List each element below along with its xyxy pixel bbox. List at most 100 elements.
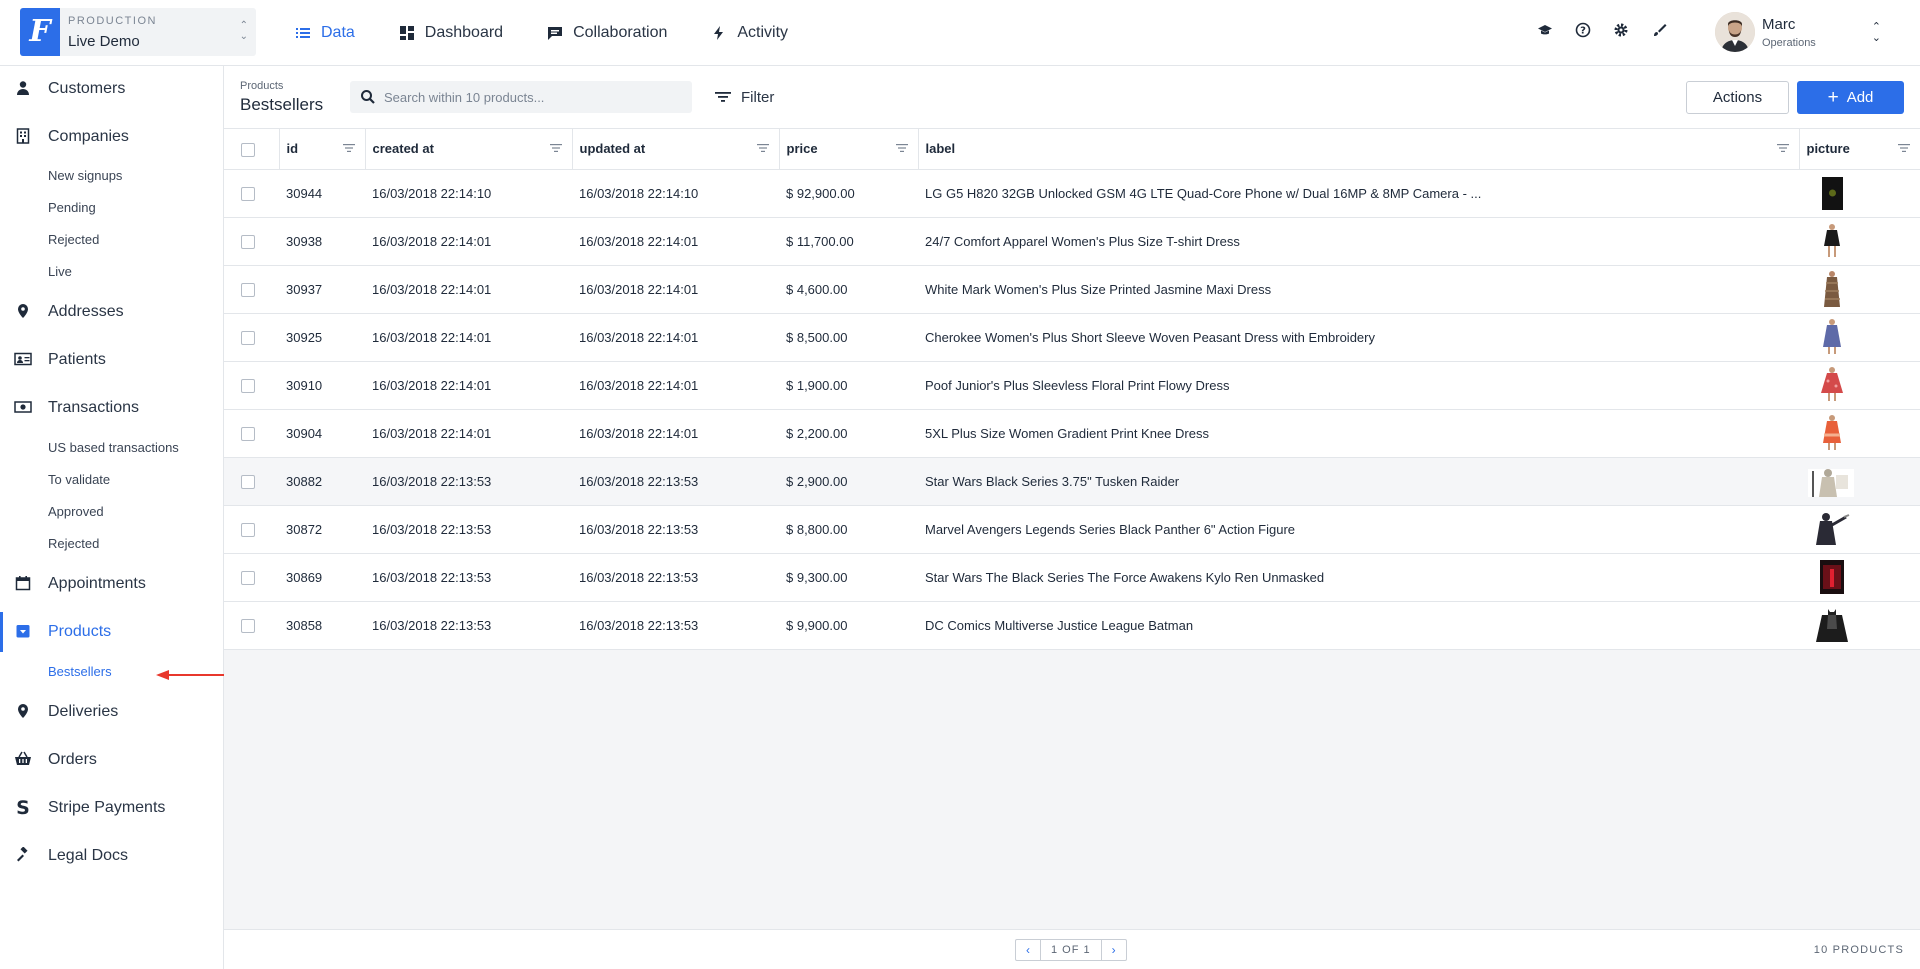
page-indicator: 1 OF 1 — [1040, 940, 1102, 960]
bolt-icon — [714, 26, 724, 40]
add-label: Add — [1846, 89, 1874, 106]
column-header-updated-at[interactable]: updated at — [572, 129, 780, 170]
sidebar-item-companies[interactable]: Companies — [0, 117, 223, 157]
table-row[interactable]: 30944 16/03/2018 22:14:10 16/03/2018 22:… — [224, 169, 1920, 218]
list-icon — [296, 28, 310, 38]
filter-icon[interactable] — [756, 143, 769, 153]
sidebar: Customers Companies New signups Pending … — [0, 66, 224, 969]
search-input[interactable] — [384, 81, 684, 113]
sidebar-subitem-bestsellers[interactable]: Bestsellers — [48, 664, 112, 679]
user-menu[interactable]: Marc Operations ⌃ ⌄ — [1715, 12, 1895, 56]
sidebar-item-addresses[interactable]: Addresses — [0, 292, 223, 332]
project-name: Live Demo — [68, 33, 140, 50]
column-header-picture[interactable]: picture — [1799, 129, 1920, 170]
search-box — [350, 81, 692, 113]
filter-icon[interactable] — [549, 143, 562, 153]
project-switcher[interactable]: F PRODUCTION Live Demo ⌃ ⌄ — [20, 8, 256, 56]
chevron-right-icon[interactable]: › — [1102, 940, 1126, 960]
table-row[interactable]: 30904 16/03/2018 22:14:01 16/03/2018 22:… — [224, 409, 1920, 458]
sidebar-subitem-us-based-transactions[interactable]: US based transactions — [48, 440, 179, 455]
table-row[interactable]: 30910 16/03/2018 22:14:01 16/03/2018 22:… — [224, 361, 1920, 410]
cell-updated-at: 16/03/2018 22:14:10 — [572, 169, 779, 218]
gear-icon[interactable] — [1610, 22, 1632, 44]
graduation-cap-icon[interactable] — [1534, 22, 1556, 44]
row-checkbox[interactable] — [241, 570, 255, 585]
sidebar-item-orders[interactable]: Orders — [0, 740, 223, 780]
sidebar-item-products[interactable]: Products — [0, 612, 223, 652]
row-checkbox[interactable] — [241, 234, 255, 249]
column-header-label[interactable]: label — [918, 129, 1800, 170]
cell-updated-at: 16/03/2018 22:14:01 — [572, 361, 779, 410]
brush-icon[interactable] — [1648, 22, 1670, 44]
calendar-icon — [14, 575, 32, 593]
sidebar-subitem-pending[interactable]: Pending — [48, 200, 96, 215]
row-checkbox[interactable] — [241, 378, 255, 393]
nav-data[interactable]: Data — [295, 24, 355, 42]
actions-button[interactable]: Actions — [1686, 81, 1789, 114]
column-header-price[interactable]: price — [779, 129, 919, 170]
sidebar-item-transactions[interactable]: Transactions — [0, 388, 223, 428]
table-row[interactable]: 30882 16/03/2018 22:13:53 16/03/2018 22:… — [224, 457, 1920, 506]
product-image-batman-figure — [1816, 609, 1848, 642]
row-checkbox[interactable] — [241, 330, 255, 345]
app-logo: F — [20, 8, 60, 56]
row-checkbox[interactable] — [241, 618, 255, 633]
money-icon — [14, 399, 32, 417]
nav-activity[interactable]: Activity — [711, 24, 788, 42]
sidebar-item-label: Appointments — [48, 575, 146, 592]
cell-updated-at: 16/03/2018 22:14:01 — [572, 217, 779, 266]
filter-button[interactable]: Filter — [714, 82, 774, 112]
row-checkbox[interactable] — [241, 522, 255, 537]
top-bar: F PRODUCTION Live Demo ⌃ ⌄ Data Dashboard… — [0, 0, 1920, 66]
chevron-left-icon[interactable]: ‹ — [1016, 940, 1040, 960]
svg-text:?: ? — [1580, 26, 1586, 37]
breadcrumb[interactable]: Products — [240, 80, 283, 92]
table-row[interactable]: 30869 16/03/2018 22:13:53 16/03/2018 22:… — [224, 553, 1920, 602]
sidebar-subitem-to-validate[interactable]: To validate — [48, 472, 110, 487]
row-checkbox[interactable] — [241, 474, 255, 489]
filter-icon[interactable] — [1898, 143, 1910, 153]
cell-picture — [1799, 361, 1920, 410]
select-all-checkbox[interactable] — [241, 142, 255, 157]
sidebar-subitem-live[interactable]: Live — [48, 264, 72, 279]
sidebar-item-legal-docs[interactable]: Legal Docs — [0, 836, 223, 876]
sidebar-subitem-new-signups[interactable]: New signups — [48, 168, 122, 183]
table-row[interactable]: 30872 16/03/2018 22:13:53 16/03/2018 22:… — [224, 505, 1920, 554]
help-icon[interactable]: ? — [1572, 22, 1594, 44]
sidebar-subitem-rejected[interactable]: Rejected — [48, 536, 99, 551]
cell-price: $ 8,800.00 — [779, 505, 918, 554]
row-checkbox[interactable] — [241, 186, 255, 201]
cell-id: 30869 — [279, 553, 365, 602]
pagination: ‹ 1 OF 1 › — [1015, 939, 1127, 961]
cell-updated-at: 16/03/2018 22:13:53 — [572, 601, 779, 650]
sidebar-item-label: Stripe Payments — [48, 799, 166, 816]
table-row[interactable]: 30937 16/03/2018 22:14:01 16/03/2018 22:… — [224, 265, 1920, 314]
sidebar-item-customers[interactable]: Customers — [0, 69, 223, 109]
sidebar-item-patients[interactable]: Patients — [0, 340, 223, 380]
nav-collaboration[interactable]: Collaboration — [547, 24, 667, 42]
sidebar-item-deliveries[interactable]: Deliveries — [0, 692, 223, 732]
product-image-brown-dress — [1824, 271, 1840, 307]
row-checkbox[interactable] — [241, 282, 255, 297]
sidebar-subitem-rejected[interactable]: Rejected — [48, 232, 99, 247]
filter-icon[interactable] — [1776, 143, 1789, 153]
table-row[interactable]: 30925 16/03/2018 22:14:01 16/03/2018 22:… — [224, 313, 1920, 362]
column-header-created-at[interactable]: created at — [365, 129, 573, 170]
cell-picture — [1799, 409, 1920, 458]
cell-updated-at: 16/03/2018 22:14:01 — [572, 409, 779, 458]
table-row[interactable]: 30938 16/03/2018 22:14:01 16/03/2018 22:… — [224, 217, 1920, 266]
table-row[interactable]: 30858 16/03/2018 22:13:53 16/03/2018 22:… — [224, 601, 1920, 650]
basket-icon — [14, 751, 32, 769]
nav-dashboard[interactable]: Dashboard — [399, 24, 503, 42]
sidebar-item-stripe-payments[interactable]: S Stripe Payments — [0, 788, 223, 828]
column-header-id[interactable]: id — [279, 129, 366, 170]
cell-updated-at: 16/03/2018 22:14:01 — [572, 313, 779, 362]
filter-icon[interactable] — [342, 143, 355, 153]
filter-icon[interactable] — [895, 143, 908, 153]
cell-price: $ 2,200.00 — [779, 409, 918, 458]
row-checkbox[interactable] — [241, 426, 255, 441]
records-table: id created at updated at price label pic… — [224, 129, 1920, 650]
sidebar-item-appointments[interactable]: Appointments — [0, 564, 223, 604]
add-button[interactable]: + Add — [1797, 81, 1904, 114]
sidebar-subitem-approved[interactable]: Approved — [48, 504, 104, 519]
